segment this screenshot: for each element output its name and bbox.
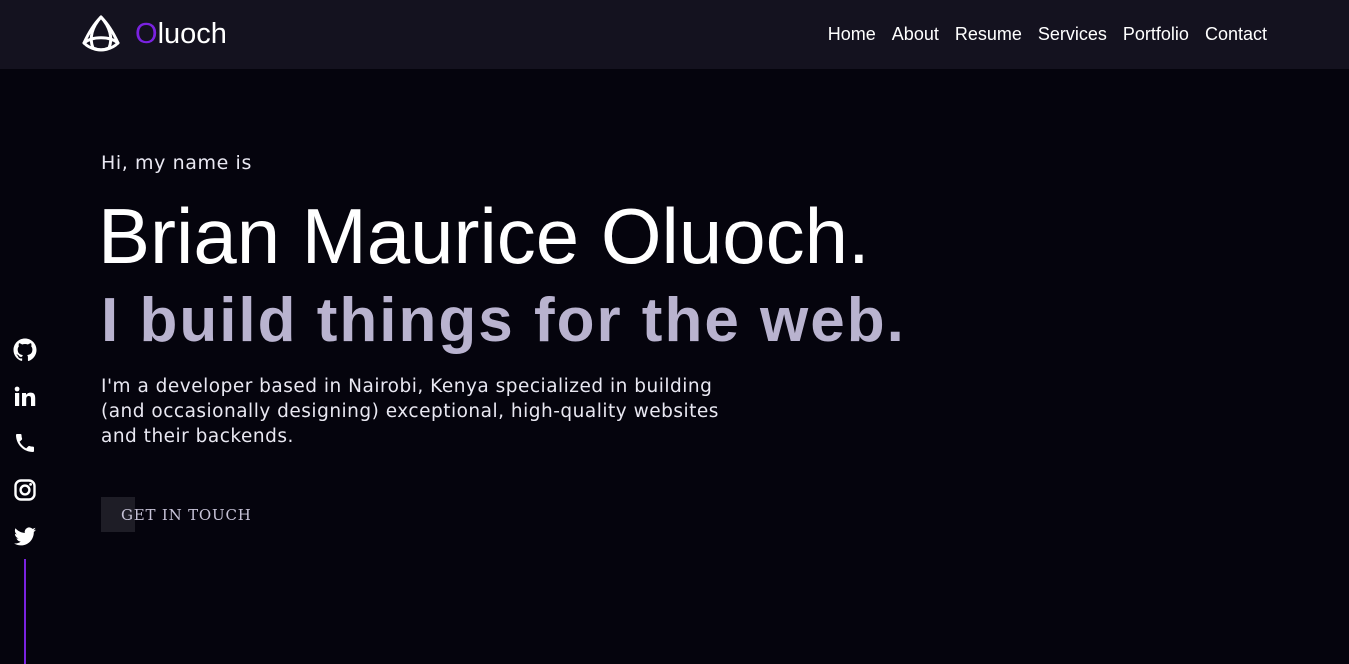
brand-initial: O [135,18,158,50]
tagline-heading: I build things for the web. [101,286,906,355]
brand-name-rest: luoch [157,18,227,50]
github-icon[interactable] [13,338,37,362]
nav-link-resume[interactable]: Resume [955,22,1022,46]
nav-link-portfolio[interactable]: Portfolio [1123,22,1189,46]
greeting-text: Hi, my name is [101,152,252,174]
brand-name: Oluoch [135,14,227,54]
phone-icon[interactable] [13,431,37,455]
get-in-touch-button[interactable]: GET IN TOUCH [101,497,272,532]
name-heading: Brian Maurice Oluoch. [98,192,870,280]
linkedin-icon[interactable] [13,385,37,409]
navbar: Oluoch Home About Resume Services Portfo… [0,0,1349,69]
nav-menu: Home About Resume Services Portfolio Con… [812,22,1267,46]
instagram-icon[interactable] [13,478,37,502]
nav-link-about[interactable]: About [892,22,939,46]
triquetra-icon [80,14,122,54]
nav-link-contact[interactable]: Contact [1205,22,1267,46]
brand[interactable]: Oluoch [80,14,227,54]
social-divider-line [24,559,26,664]
nav-link-home[interactable]: Home [828,22,876,46]
nav-link-services[interactable]: Services [1038,22,1107,46]
intro-paragraph: I'm a developer based in Nairobi, Kenya … [101,376,719,447]
twitter-icon[interactable] [13,525,37,549]
